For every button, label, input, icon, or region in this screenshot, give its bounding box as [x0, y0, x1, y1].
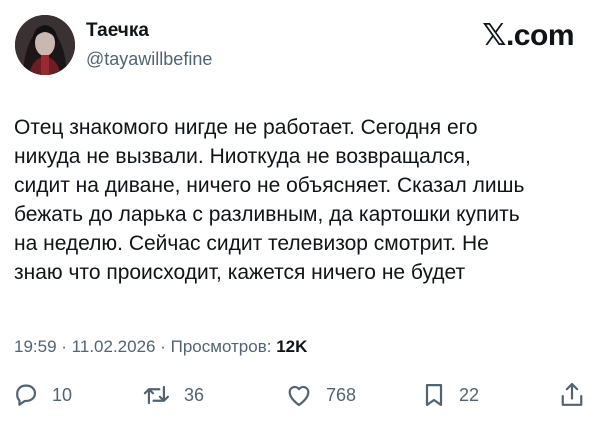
tweet-line: Отец знакомого нигде не работает. Сегодн…	[14, 116, 478, 139]
brand-logo: 𝕏.com	[482, 18, 574, 53]
tweet-line: знаю что происходит, кажется ничего не б…	[14, 261, 466, 284]
x-logo-icon: 𝕏	[482, 18, 506, 53]
meta-separator: ·	[61, 337, 72, 356]
reply-icon	[16, 384, 37, 406]
retweet-button[interactable]: 36	[142, 378, 204, 412]
tweet-meta: 19:59 · 11.02.2026 · Просмотров: 12K	[14, 337, 307, 357]
reply-count: 10	[52, 384, 73, 405]
bookmark-button[interactable]: 22	[421, 378, 479, 412]
views-label: Просмотров:	[170, 337, 272, 356]
author-handle[interactable]: @tayawillbefine	[86, 49, 212, 70]
like-count: 768	[326, 384, 357, 405]
tweet-line: никуда не вызвали. Ниоткуда не возвращал…	[14, 145, 471, 168]
views-count: 12K	[276, 337, 308, 356]
tweet-text: Отец знакомого нигде не работает. Сегодн…	[14, 113, 586, 287]
tweet-line: сидит на диване, ничего не объясняет. Ск…	[14, 174, 525, 197]
bookmark-count: 22	[459, 384, 480, 405]
share-button[interactable]	[558, 378, 586, 412]
author-display-name[interactable]: Таечка	[86, 20, 149, 42]
retweet-count: 36	[184, 384, 205, 405]
meta-separator: ·	[160, 337, 171, 356]
avatar-image	[15, 15, 75, 75]
reply-button[interactable]: 10	[12, 378, 72, 412]
bookmark-icon	[425, 383, 443, 407]
avatar[interactable]	[15, 15, 75, 75]
tweet-time[interactable]: 19:59	[14, 337, 57, 356]
tweet-line: бежать до ларька с разливным, да картошк…	[14, 203, 520, 226]
brand-domain: .com	[505, 19, 575, 52]
retweet-icon	[143, 385, 170, 405]
action-bar: 10 36 768 22	[0, 378, 600, 412]
share-icon	[561, 382, 583, 406]
like-button[interactable]: 768	[284, 378, 356, 412]
tweet-line: на неделю. Сейчас сидит телевизор смотри…	[14, 232, 489, 255]
tweet-date[interactable]: 11.02.2026	[72, 337, 156, 356]
heart-icon	[288, 385, 310, 407]
